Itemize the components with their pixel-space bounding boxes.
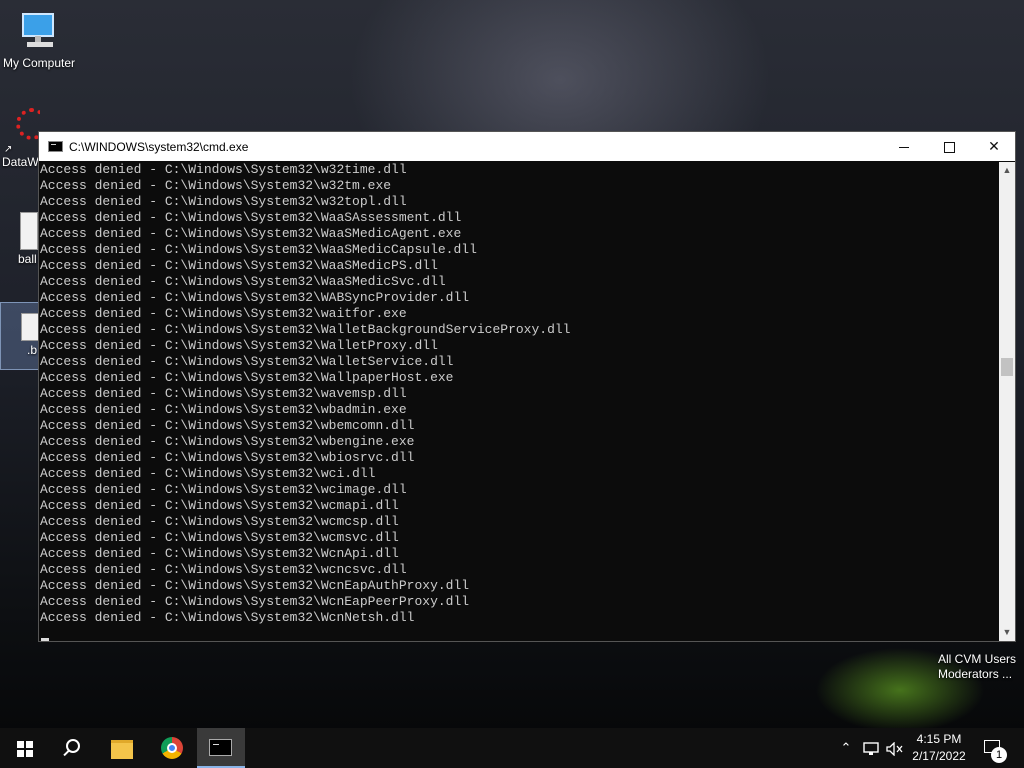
desktop-icon-label: My Computer: [2, 56, 76, 70]
desktop-icon-label: DataW: [2, 155, 39, 169]
file-explorer-icon: [111, 740, 133, 759]
taskbar-file-explorer[interactable]: [98, 728, 146, 768]
console-line: Access denied - C:\Windows\System32\Wall…: [40, 322, 571, 337]
cmd-icon: [48, 141, 63, 152]
desktop-icon-selected[interactable]: .b: [0, 302, 40, 370]
console-line: Access denied - C:\Windows\System32\WABS…: [40, 290, 470, 305]
console-line: Access denied - C:\Windows\System32\wbem…: [40, 418, 415, 433]
console-line: Access denied - C:\Windows\System32\wbad…: [40, 402, 407, 417]
computer-icon: [22, 13, 54, 47]
cmd-icon: [209, 739, 232, 756]
network-icon: [863, 741, 879, 755]
app-icon: [16, 108, 40, 140]
maximize-icon: [943, 141, 955, 153]
console-line: Access denied - C:\Windows\System32\wcms…: [40, 530, 399, 545]
clock-time: 4:15 PM: [916, 732, 962, 746]
close-icon: ✕: [988, 138, 1000, 154]
action-center-button[interactable]: 1: [978, 728, 1014, 768]
window-title: C:\WINDOWS\system32\cmd.exe: [69, 140, 249, 154]
console-line: Access denied - C:\Windows\System32\wave…: [40, 386, 407, 401]
maximize-button[interactable]: [926, 132, 972, 161]
console-line: Access denied - C:\Windows\System32\WaaS…: [40, 226, 462, 241]
console-line: Access denied - C:\Windows\System32\wben…: [40, 434, 415, 449]
chrome-icon: [161, 737, 183, 759]
title-bar[interactable]: C:\WINDOWS\system32\cmd.exe ✕: [39, 132, 1015, 161]
close-button[interactable]: ✕: [971, 132, 1017, 161]
desktop-icon-ball[interactable]: ball: [0, 204, 40, 266]
console-line: Access denied - C:\Windows\System32\WcnN…: [40, 610, 415, 625]
clock[interactable]: 4:15 PM 2/17/2022: [906, 731, 972, 765]
search-button[interactable]: [48, 728, 96, 768]
console-line: Access denied - C:\Windows\System32\w32t…: [40, 178, 392, 193]
console-line: Access denied - C:\Windows\System32\Wall…: [40, 370, 454, 385]
volume-muted-icon: [886, 740, 903, 757]
console-output[interactable]: Access denied - C:\Windows\System32\w32t…: [39, 162, 999, 641]
console-line: Access denied - C:\Windows\System32\Wall…: [40, 338, 438, 353]
scroll-up-icon[interactable]: ▲: [999, 162, 1015, 179]
taskbar-chrome[interactable]: [148, 728, 196, 768]
minimize-icon: [899, 146, 909, 148]
chevron-up-icon: ⌃: [840, 740, 852, 755]
volume-button[interactable]: [884, 728, 906, 768]
watermark: All CVM Users Moderators ...: [938, 652, 1016, 682]
network-button[interactable]: [860, 728, 882, 768]
console-line: Access denied - C:\Windows\System32\WaaS…: [40, 258, 438, 273]
console-line: Access denied - C:\Windows\System32\wcim…: [40, 482, 407, 497]
vertical-scrollbar[interactable]: ▲ ▼: [999, 162, 1015, 641]
watermark-line: Moderators ...: [938, 667, 1013, 681]
console-line: Access denied - C:\Windows\System32\wcnc…: [40, 562, 407, 577]
windows-logo-icon: [17, 741, 33, 757]
text-cursor: [41, 638, 49, 641]
clock-date: 2/17/2022: [912, 749, 966, 763]
console-line: Access denied - C:\Windows\System32\wci.…: [40, 466, 376, 481]
cmd-window[interactable]: C:\WINDOWS\system32\cmd.exe ✕ Access den…: [38, 131, 1016, 642]
minimize-button[interactable]: [881, 132, 927, 161]
shortcut-arrow-icon: ↗: [4, 144, 13, 155]
taskbar-cmd[interactable]: [197, 728, 245, 768]
console-line: Access denied - C:\Windows\System32\wcma…: [40, 498, 399, 513]
taskbar: ⌃ 4:15 PM 2/17/2022 1: [0, 728, 1024, 768]
desktop-icon-label: ball: [18, 252, 37, 266]
console-line: Access denied - C:\Windows\System32\WaaS…: [40, 274, 446, 289]
desktop-icon-dataw[interactable]: ↗ DataW: [0, 106, 40, 169]
console-line: Access denied - C:\Windows\System32\Wall…: [40, 354, 454, 369]
console-line: Access denied - C:\Windows\System32\w32t…: [40, 162, 407, 177]
search-icon: [66, 739, 80, 753]
document-icon: [20, 212, 38, 250]
console-line: Access denied - C:\Windows\System32\WaaS…: [40, 210, 462, 225]
console-line: Access denied - C:\Windows\System32\WcnE…: [40, 594, 470, 609]
start-button[interactable]: [0, 728, 48, 768]
console-line: Access denied - C:\Windows\System32\wbio…: [40, 450, 415, 465]
settings-file-icon: [21, 313, 39, 341]
console-line: Access denied - C:\Windows\System32\wait…: [40, 306, 407, 321]
notification-badge: 1: [991, 747, 1007, 763]
scroll-thumb[interactable]: [1001, 358, 1013, 376]
watermark-line: All CVM Users: [938, 652, 1017, 666]
console-line: Access denied - C:\Windows\System32\WcnE…: [40, 578, 470, 593]
console-line: Access denied - C:\Windows\System32\wcmc…: [40, 514, 399, 529]
scroll-down-icon[interactable]: ▼: [999, 624, 1015, 641]
desktop-icon-my-computer[interactable]: My Computer: [0, 8, 78, 70]
console-line: Access denied - C:\Windows\System32\WcnA…: [40, 546, 399, 561]
console-line: Access denied - C:\Windows\System32\WaaS…: [40, 242, 477, 257]
show-hidden-icons-button[interactable]: ⌃: [836, 728, 856, 768]
console-line: Access denied - C:\Windows\System32\w32t…: [40, 194, 407, 209]
